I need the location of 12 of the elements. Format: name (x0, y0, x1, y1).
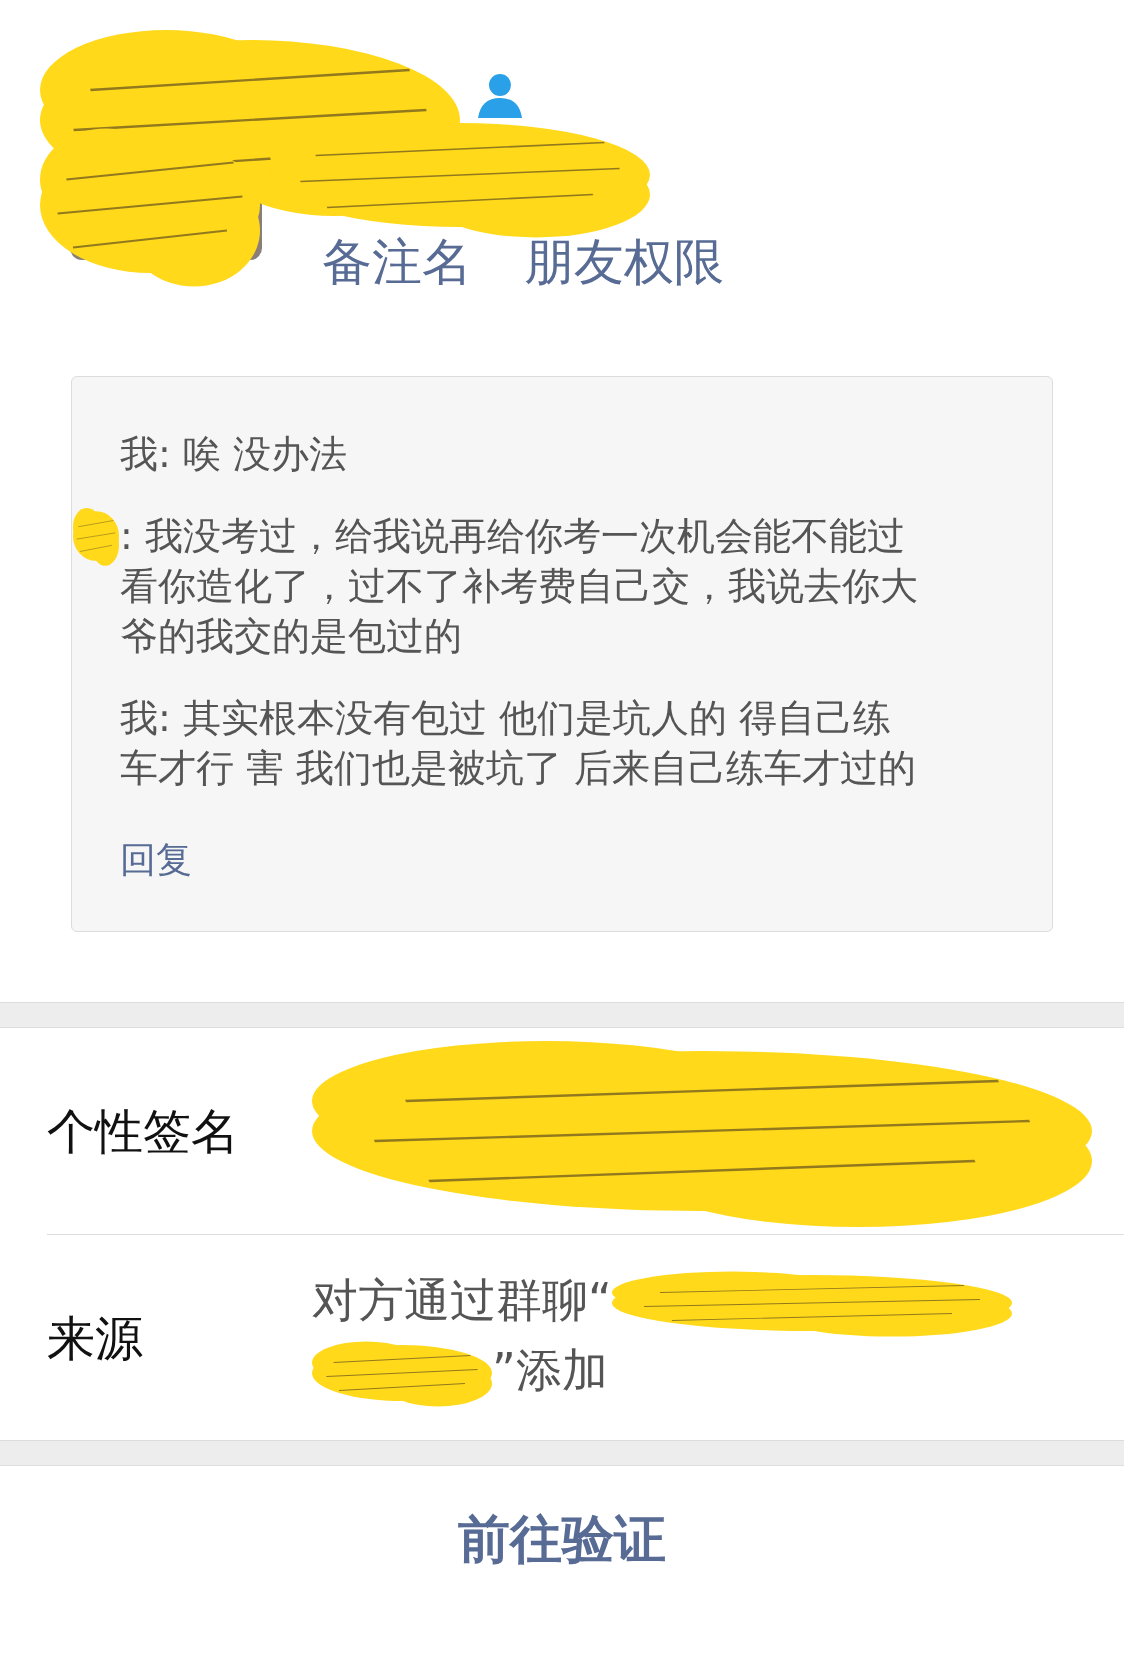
source-text: ”添加 (492, 1342, 608, 1396)
row-label: 个性签名 (47, 1102, 240, 1161)
source-text: 对方通过群聊“ (312, 1272, 612, 1326)
reply-link[interactable]: 回复 (120, 833, 192, 887)
message-text: : 我没考过，给我说再给你考一次机会能不能过看你造化了，过不了补考费自己交，我说去你大爷的我交的是包过的 (120, 513, 919, 660)
message-text: 我: 其实根本没有包过 他们是坑人的 得自己练车才行 害 我们也是被坑了 后来自己练车才过的 (120, 695, 918, 792)
profile-link[interactable]: 备注名 (322, 232, 472, 292)
verify-button[interactable]: 前往验证 (0, 1466, 1124, 1612)
row-label: 来源 (47, 1308, 144, 1368)
profile-link[interactable]: 朋友权限 (524, 232, 724, 292)
message-text: 我: 唉 没办法 (120, 431, 348, 478)
redaction-mark (73, 505, 119, 567)
